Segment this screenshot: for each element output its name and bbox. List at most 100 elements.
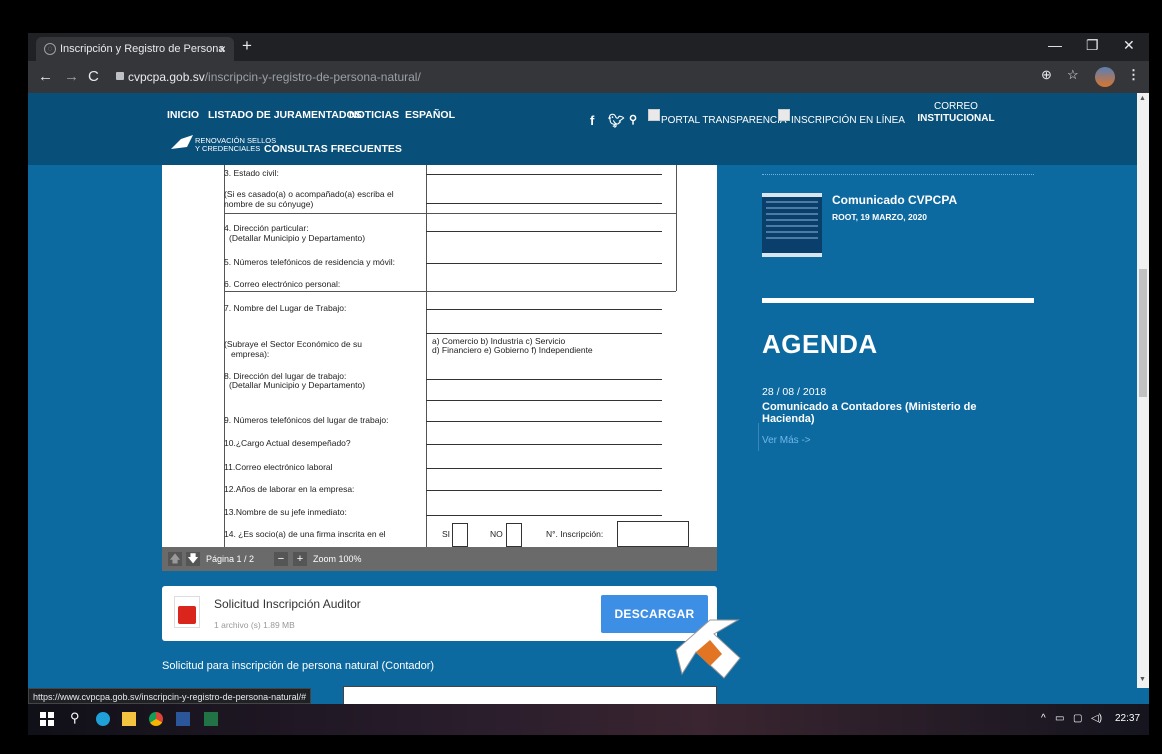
url-domain: cvpcpa.gob.sv: [128, 70, 205, 84]
form-field: 13.Nombre de su jefe inmediato:: [224, 507, 347, 517]
si-label: SI: [442, 529, 451, 539]
form-field: 10.¿Cargo Actual desempeñado?: [224, 438, 351, 448]
clock[interactable]: 22:37: [1115, 713, 1140, 724]
forward-icon[interactable]: →: [64, 68, 79, 85]
table-border: [676, 165, 677, 291]
profile-avatar[interactable]: [1095, 67, 1115, 87]
nav-listado[interactable]: LISTADO DE JURAMENTADOS: [208, 109, 362, 121]
reload-icon[interactable]: C: [88, 68, 99, 85]
display-icon[interactable]: ▢: [1073, 713, 1082, 724]
answer-line: [426, 379, 662, 380]
minimize-icon[interactable]: —: [1048, 37, 1062, 53]
pdf-page: 3. Estado civil: (Si es casado(a) o acom…: [162, 165, 717, 547]
agenda-line: [758, 423, 759, 451]
answer-line: [426, 231, 662, 232]
scroll-thumb[interactable]: [1139, 269, 1147, 397]
form-field: 14. ¿Es socio(a) de una firma inscrita e…: [224, 529, 386, 539]
more-menu-icon[interactable]: ⋮: [1127, 67, 1140, 83]
nav-inicio[interactable]: INICIO: [167, 109, 199, 121]
consultas-frecuentes-link[interactable]: CONSULTAS FRECUENTES: [264, 143, 402, 155]
form-field: 5. Números telefónicos de residencia y m…: [224, 257, 396, 267]
news-title[interactable]: Comunicado CVPCPA: [832, 193, 957, 207]
seal-icon: [171, 135, 193, 149]
form-field: empresa):: [231, 349, 270, 359]
volume-icon[interactable]: ◁): [1091, 713, 1102, 724]
answer-line: [426, 515, 662, 516]
windows-taskbar: ⚲ ^ ▭ ▢ ◁) 22:37: [28, 704, 1149, 735]
form-field: (Detallar Municipio y Departamento): [229, 380, 366, 390]
answer-line: [426, 490, 662, 491]
chrome-icon[interactable]: [149, 712, 163, 726]
prev-page-icon[interactable]: 🡅: [168, 552, 182, 566]
inscripcion-en-linea-link[interactable]: INSCRIPCIÓN EN LÍNEA: [778, 115, 905, 126]
agenda-heading: AGENDA: [762, 329, 878, 359]
browser-tab[interactable]: ◌ Inscripción y Registro de Persona ×: [36, 37, 234, 61]
pdf-toolbar: 🡅 🡇 Página 1 / 2 − + Zoom 100%: [162, 547, 717, 571]
ver-mas-link[interactable]: Ver Más ->: [762, 435, 811, 446]
tab-strip: ◌ Inscripción y Registro de Persona × + …: [28, 33, 1149, 61]
restore-icon[interactable]: ❐: [1086, 37, 1099, 54]
address-bar: ← → C cvpcpa.gob.sv/inscripcin-y-registr…: [28, 61, 1149, 93]
url-field[interactable]: cvpcpa.gob.sv/inscripcin-y-registro-de-p…: [128, 67, 421, 87]
search-icon[interactable]: ⚲: [629, 113, 637, 126]
scroll-up-icon[interactable]: ▲: [1139, 95, 1146, 102]
nav-espanol[interactable]: ESPAÑOL: [405, 109, 455, 121]
pointer-arrow-icon: [675, 619, 741, 679]
close-window-icon[interactable]: ✕: [1123, 37, 1135, 54]
form-field: 12.Años de laborar en la empresa:: [224, 484, 355, 494]
zoom-in-button[interactable]: +: [293, 552, 307, 566]
form-field: (Subraye el Sector Económico de su: [224, 339, 362, 349]
download-card: Solicitud Inscripción Auditor 1 archivo …: [162, 586, 717, 641]
excel-icon[interactable]: [204, 712, 218, 726]
file-explorer-icon[interactable]: [122, 712, 136, 726]
inscripcion-label: N°. Inscripción:: [546, 529, 604, 539]
no-label: NO: [490, 529, 503, 539]
form-field: (Si es casado(a) o acompañado(a) escriba…: [224, 189, 394, 199]
scroll-down-icon[interactable]: ▼: [1139, 676, 1146, 683]
correo-institucional-link[interactable]: CORREO INSTITUCIONAL: [906, 101, 1006, 125]
section-heading: Solicitud para inscripción de persona na…: [162, 660, 435, 672]
answer-line: [426, 400, 662, 401]
windows-start-icon[interactable]: [40, 712, 54, 726]
next-page-icon[interactable]: 🡇: [186, 552, 200, 566]
inscripcion-box: [617, 521, 689, 547]
file-title: Solicitud Inscripción Auditor: [214, 597, 361, 611]
zoom-icon[interactable]: ⊕: [1041, 67, 1052, 83]
divider: [762, 298, 1034, 303]
answer-line: [426, 174, 662, 175]
word-icon[interactable]: [176, 712, 190, 726]
lock-icon: [116, 72, 124, 80]
search-icon[interactable]: ⚲: [70, 710, 84, 725]
table-rule: [224, 213, 676, 214]
twitter-icon[interactable]: 🐦︎: [608, 113, 625, 129]
form-field: 9. Números telefónicos del lugar de trab…: [224, 415, 389, 425]
back-icon[interactable]: ←: [38, 68, 53, 85]
star-icon[interactable]: ☆: [1067, 67, 1079, 83]
agenda-date: 28 / 08 / 2018: [762, 386, 827, 398]
url-path: /inscripcin-y-registro-de-persona-natura…: [204, 70, 421, 84]
tray-arrow-icon[interactable]: ^: [1041, 713, 1046, 724]
news-meta: ROOT, 19 MARZO, 2020: [832, 212, 927, 222]
facebook-icon[interactable]: f: [590, 113, 594, 128]
page-scrollbar[interactable]: ▲ ▼: [1137, 93, 1149, 688]
zoom-level: Zoom 100%: [313, 554, 362, 564]
table-rule: [224, 291, 676, 292]
browser-window: ◌ Inscripción y Registro de Persona × + …: [28, 33, 1149, 735]
form-field: nombre de su cónyuge): [224, 199, 314, 209]
pdf-file-icon: [174, 596, 200, 628]
pdf-viewer[interactable]: 3. Estado civil: (Si es casado(a) o acom…: [162, 165, 717, 571]
edge-icon[interactable]: [96, 712, 110, 726]
answer-line: [426, 444, 662, 445]
news-thumbnail[interactable]: [762, 193, 822, 257]
nav-noticias[interactable]: NOTICIAS: [349, 109, 399, 121]
form-field: (Detallar Municipio y Departamento): [229, 233, 366, 243]
form-field: 6. Correo electrónico personal:: [224, 279, 341, 289]
answer-line: [426, 203, 662, 204]
new-tab-button[interactable]: +: [242, 36, 252, 56]
portal-transparencia-link[interactable]: PORTAL TRANSPARENCIA: [648, 115, 787, 126]
agenda-title[interactable]: Comunicado a Contadores (Ministerio de H…: [762, 401, 1022, 425]
network-icon[interactable]: ▭: [1055, 713, 1064, 724]
answer-line: [426, 263, 662, 264]
close-tab-icon[interactable]: ×: [219, 37, 226, 61]
zoom-out-button[interactable]: −: [274, 552, 288, 566]
